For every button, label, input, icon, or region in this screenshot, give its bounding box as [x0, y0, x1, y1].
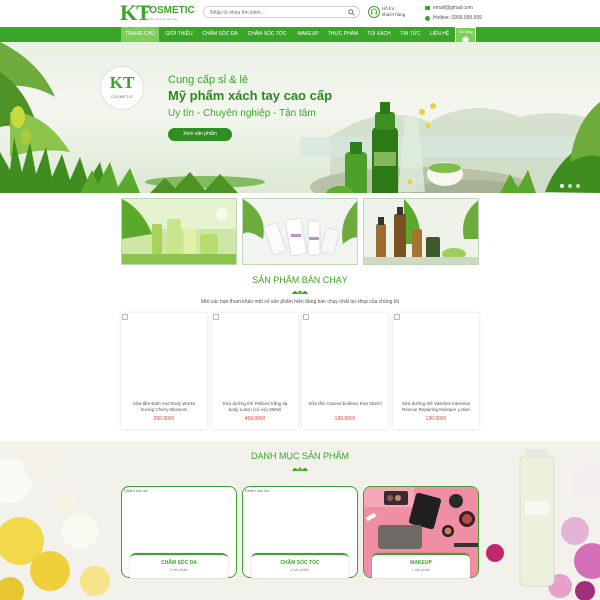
- search-box: [203, 6, 360, 18]
- category-image-alt: Chăm sóc da: [124, 488, 148, 493]
- bestsellers-title: SẢN PHẨM BÁN CHẠY: [252, 275, 348, 285]
- category-name[interactable]: MAKEUP: [372, 560, 470, 566]
- support-label: Hỗ trợ khách hàng: [382, 6, 406, 17]
- customer-support[interactable]: Hỗ trợ khách hàng: [368, 4, 418, 24]
- headset-icon: [368, 6, 380, 18]
- nav-item-home[interactable]: TRANG CHỦ: [121, 27, 159, 42]
- promo-banner-1[interactable]: [121, 198, 237, 265]
- nav-item-about[interactable]: GIỚI THIỆU: [161, 27, 197, 42]
- product-price: 200.000₫: [153, 416, 175, 422]
- category-image-alt: Chăm sóc tóc: [245, 488, 270, 493]
- slider-dot[interactable]: [576, 184, 580, 188]
- product-price: 130.000₫: [334, 416, 356, 422]
- category-count: 1 sản phẩm: [411, 568, 431, 572]
- email-row[interactable]: email@gmail.com: [425, 4, 515, 12]
- contact-info: email@gmail.com Hotline: 0999.999.999: [425, 3, 515, 25]
- product-card[interactable]: Sữa dưỡng thể Pelland trắng da body Loti…: [212, 313, 298, 429]
- hero-title: Mỹ phẩm xách tay cao cấp: [168, 88, 333, 103]
- promo-banner-3[interactable]: [363, 198, 479, 265]
- promo-image-2: [243, 199, 357, 264]
- hotline-text: Hotline: 0999.999.999: [433, 15, 482, 21]
- product-image[interactable]: [212, 313, 298, 399]
- category-count: 2 sản phẩm: [290, 568, 310, 572]
- product-price: 130.000₫: [425, 416, 447, 422]
- slider-dot[interactable]: [568, 184, 572, 188]
- product-card[interactable]: Sữa dưỡng thể Vaseline Intensive Rescue …: [393, 313, 479, 429]
- broken-image-icon: [303, 314, 309, 320]
- hotline-row[interactable]: Hotline: 0999.999.999: [425, 14, 515, 22]
- hero-logo-mark: KT: [109, 73, 135, 92]
- page: KT COSMETIC mỹ phẩm xách tay cao cấp Hỗ …: [0, 0, 600, 600]
- main-nav: TRANG CHỦ GIỚI THIỆU CHĂM SÓC DA CHĂM SÓ…: [0, 27, 600, 42]
- product-card[interactable]: Sữa tắm Caress Endless Kiss 532ml 130.00…: [302, 313, 388, 429]
- cart-label: Giỏ hàng: [458, 30, 473, 34]
- product-image[interactable]: [393, 313, 479, 399]
- nav-item-news[interactable]: TIN TỨC: [397, 27, 424, 42]
- logo-tagline: mỹ phẩm xách tay cao cấp: [142, 17, 178, 21]
- product-name[interactable]: Sữa tắm Bath And Body Works hương Cherry…: [127, 401, 201, 413]
- nav-item-makeup[interactable]: MAKEUP: [293, 27, 323, 42]
- category-label-makeup[interactable]: MAKEUP 1 sản phẩm: [372, 553, 470, 578]
- promo-banner-2[interactable]: [242, 198, 358, 265]
- nav-item-skin-care[interactable]: CHĂM SÓC DA: [199, 27, 241, 42]
- bestsellers-description: Mời các bạn tham khảo một số sản phẩm hi…: [200, 299, 400, 305]
- nav-item-contact[interactable]: LIÊN HỆ: [426, 27, 453, 42]
- leaf-divider-icon: [292, 290, 308, 294]
- category-name[interactable]: CHĂM SÓC DA: [130, 560, 228, 566]
- nav-item-bags[interactable]: TÚI XÁCH: [363, 27, 395, 42]
- search-icon[interactable]: [348, 9, 355, 16]
- hero-tagline: Uy tín - Chuyên nghiệp - Tận tâm: [168, 108, 316, 119]
- product-name[interactable]: Sữa dưỡng thể Pelland trắng da body Loti…: [218, 401, 292, 413]
- phone-icon: [425, 15, 430, 21]
- search-input[interactable]: [210, 8, 340, 17]
- hero-banner: KT COSMETIC Cung cấp sỉ & lẻ Mỹ phẩm xác…: [0, 42, 600, 193]
- category-label-hair-care[interactable]: CHĂM SÓC TÓC 2 sản phẩm: [251, 553, 349, 578]
- category-label-skin-care[interactable]: CHĂM SÓC DA 2 sản phẩm: [130, 553, 228, 578]
- broken-image-icon: [122, 314, 128, 320]
- promo-image-3: [364, 199, 478, 264]
- nav-item-hair-care[interactable]: CHĂM SÓC TÓC: [243, 27, 291, 42]
- promo-image-1: [122, 199, 236, 264]
- hero-logo: KT COSMETIC: [101, 67, 143, 109]
- logo-name: COSMETIC: [142, 5, 195, 16]
- site-header: KT COSMETIC mỹ phẩm xách tay cao cấp Hỗ …: [0, 0, 600, 27]
- mail-icon: [425, 6, 430, 10]
- product-image[interactable]: [302, 313, 388, 399]
- categories-title: DANH MỤC SẢN PHẨM: [250, 451, 349, 461]
- hero-subtitle: Cung cấp sỉ & lẻ: [168, 74, 249, 86]
- product-name[interactable]: Sữa tắm Caress Endless Kiss 532ml: [308, 401, 382, 407]
- category-count: 2 sản phẩm: [169, 568, 189, 572]
- product-card[interactable]: Sữa tắm Bath And Body Works hương Cherry…: [121, 313, 207, 429]
- broken-image-icon: [213, 314, 219, 320]
- site-logo[interactable]: KT COSMETIC mỹ phẩm xách tay cao cấp: [120, 2, 195, 24]
- view-products-button[interactable]: Xem sản phẩm: [168, 128, 232, 141]
- product-image[interactable]: [121, 313, 207, 399]
- leaf-divider-icon: [292, 467, 308, 471]
- product-name[interactable]: Sữa dưỡng thể Vaseline Intensive Rescue …: [399, 401, 473, 413]
- nav-item-food[interactable]: THỰC PHẨM: [325, 27, 361, 42]
- email-text: email@gmail.com: [433, 5, 473, 11]
- slider-dot[interactable]: [560, 184, 564, 188]
- slider-dots: [560, 184, 590, 189]
- hero-logo-text: COSMETIC: [110, 95, 134, 99]
- product-price: 450.000₫: [244, 416, 266, 422]
- category-name[interactable]: CHĂM SÓC TÓC: [251, 560, 349, 566]
- broken-image-icon: [394, 314, 400, 320]
